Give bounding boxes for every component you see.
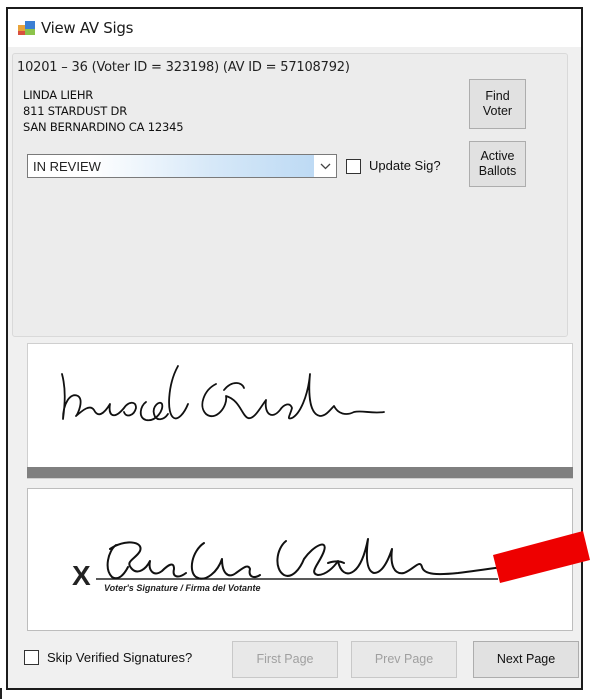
- status-select-value: IN REVIEW: [33, 158, 101, 174]
- prev-page-button[interactable]: Prev Page: [351, 641, 457, 678]
- update-sig-label: Update Sig?: [369, 158, 441, 173]
- title-bar: View AV Sigs: [8, 9, 581, 47]
- find-voter-button[interactable]: Find Voter: [469, 79, 526, 129]
- active-ballots-label: Active Ballots: [478, 149, 517, 178]
- signature-separator-bar: [27, 467, 573, 478]
- signature-x-mark: X: [72, 560, 91, 591]
- update-sig-checkbox[interactable]: [346, 159, 361, 174]
- red-arrow-annotation: [493, 531, 590, 583]
- status-select[interactable]: IN REVIEW: [27, 154, 337, 178]
- voter-address-block: LINDA LIEHR 811 STARDUST DR SAN BERNARDI…: [23, 87, 184, 135]
- voter-header: 10201 – 36 (Voter ID = 323198) (AV ID = …: [17, 60, 350, 75]
- next-page-label: Next Page: [496, 652, 556, 666]
- skip-verified-label: Skip Verified Signatures?: [47, 650, 193, 665]
- next-page-button[interactable]: Next Page: [473, 641, 579, 678]
- border-tick: [0, 688, 2, 699]
- find-voter-label: Find Voter: [482, 89, 513, 118]
- prev-page-label: Prev Page: [374, 652, 434, 666]
- active-ballots-button[interactable]: Active Ballots: [469, 141, 526, 187]
- chevron-down-icon[interactable]: [314, 155, 336, 177]
- reference-signature-image: [61, 365, 385, 422]
- voter-name: LINDA LIEHR: [23, 88, 94, 102]
- first-page-label: First Page: [256, 652, 314, 666]
- signature-caption: Voter's Signature / Firma del Votante: [104, 583, 261, 593]
- skip-verified-checkbox[interactable]: [24, 650, 39, 665]
- voter-street: 811 STARDUST DR: [23, 104, 127, 118]
- form-app-icon: [18, 21, 35, 35]
- reference-signature-panel: [27, 343, 573, 479]
- voter-city: SAN BERNARDINO CA 12345: [23, 120, 184, 134]
- ballot-signature-image: X Voter's Signature / Firma del Votante: [72, 538, 503, 593]
- first-page-button[interactable]: First Page: [232, 641, 338, 678]
- window-title: View AV Sigs: [41, 19, 134, 37]
- ballot-signature-panel: X Voter's Signature / Firma del Votante: [27, 488, 573, 631]
